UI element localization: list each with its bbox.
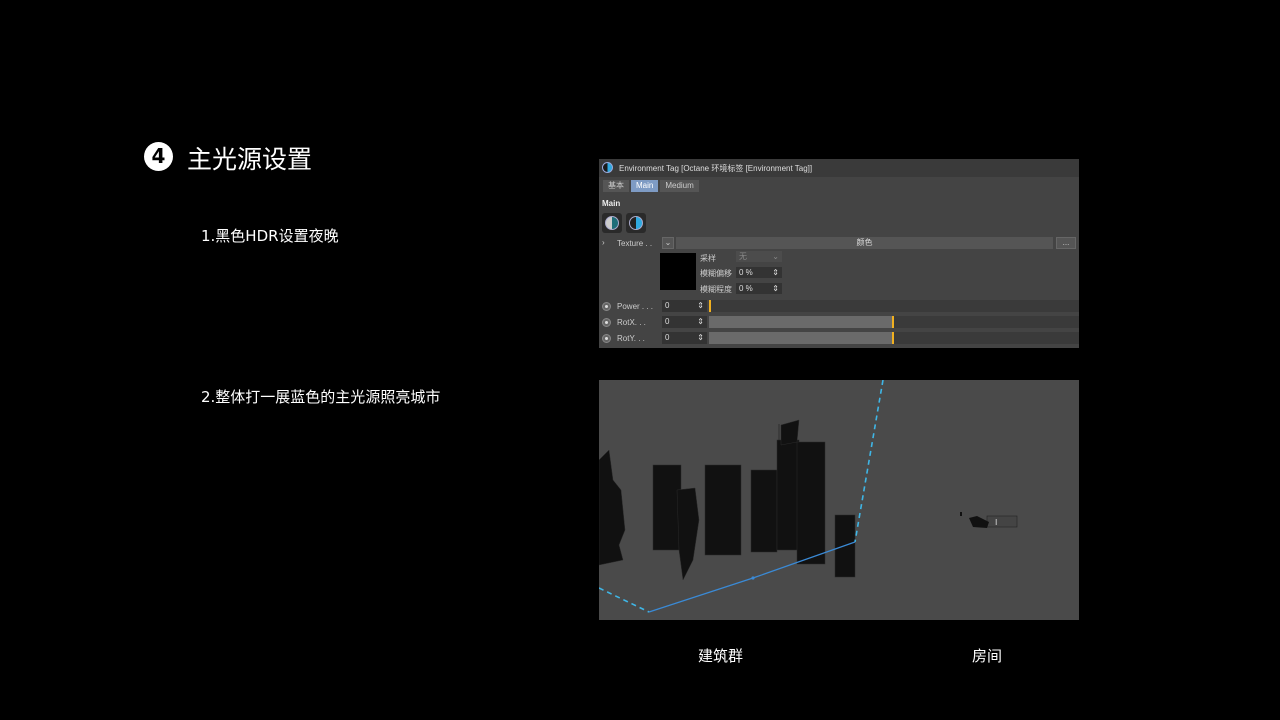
room-object: I — [960, 512, 1018, 528]
stepper-icon[interactable]: ⇕ — [697, 332, 704, 343]
building-tower-2 — [704, 464, 742, 556]
blur-offset-value: 0 % — [739, 268, 753, 277]
light-ray-dashed-left — [599, 587, 650, 613]
light-ray-dashed-right — [854, 380, 884, 543]
blur-offset-field[interactable]: 0 % ⇕ — [736, 267, 782, 278]
panel-tabs: 基本 Main Medium — [603, 180, 701, 192]
blur-amount-label: 模糊程度 — [700, 285, 732, 294]
texture-mode-button-a[interactable] — [602, 213, 622, 233]
building-spire — [780, 419, 800, 446]
environment-tag-panel: Environment Tag [Octane 环境标签 [Environmen… — [599, 159, 1079, 348]
sampling-select[interactable]: 无 ⌄ — [736, 251, 782, 262]
sampling-label: 采样 — [700, 254, 716, 263]
sampling-value: 无 — [739, 252, 747, 261]
tab-basic[interactable]: 基本 — [603, 180, 629, 192]
note-blue-light: 2.整体打一展蓝色的主光源照亮城市 — [201, 388, 441, 406]
rotx-slider-handle[interactable] — [892, 316, 894, 328]
svg-text:I: I — [995, 518, 997, 527]
panel-title-bar: Environment Tag [Octane 环境标签 [Environmen… — [599, 159, 1079, 177]
panel-title: Environment Tag [Octane 环境标签 [Environmen… — [619, 164, 813, 173]
stepper-icon[interactable]: ⇕ — [697, 300, 704, 311]
stepper-icon[interactable]: ⇕ — [772, 267, 779, 278]
rotx-label: RotX. . . — [617, 318, 646, 327]
texture-more-button[interactable]: ... — [1056, 237, 1076, 249]
note-black-hdr: 1.黑色HDR设置夜晚 — [201, 227, 339, 245]
building-tower-5 — [796, 441, 826, 565]
building-left-edge — [599, 449, 626, 566]
roty-slider-fill — [709, 332, 892, 344]
tab-main[interactable]: Main — [631, 180, 659, 192]
power-animate-radio[interactable] — [602, 302, 611, 311]
power-slider-handle[interactable] — [709, 300, 711, 312]
power-label: Power . . . — [617, 302, 654, 311]
building-tower-3 — [750, 469, 778, 553]
texture-type-field[interactable]: 颜色 — [676, 237, 1053, 249]
building-twisted-tower — [676, 487, 700, 581]
roty-value: 0 — [665, 333, 670, 342]
texture-mode-button-b[interactable] — [626, 213, 646, 233]
stepper-icon[interactable]: ⇕ — [772, 283, 779, 294]
expand-chevron-icon[interactable]: › — [602, 238, 605, 247]
chevron-down-icon: ⌄ — [772, 252, 779, 261]
building-tower-1 — [652, 464, 682, 551]
power-field[interactable]: 0 ⇕ — [662, 300, 707, 312]
step-number-badge: 4 — [144, 142, 173, 171]
building-tower-4 — [776, 439, 800, 551]
texture-color-swatch[interactable] — [660, 253, 696, 290]
texture-dropdown-button[interactable]: ⌄ — [662, 237, 674, 249]
blur-amount-value: 0 % — [739, 284, 753, 293]
rotx-animate-radio[interactable] — [602, 318, 611, 327]
roty-slider-handle[interactable] — [892, 332, 894, 344]
power-slider[interactable] — [709, 300, 1079, 312]
stepper-icon[interactable]: ⇕ — [697, 316, 704, 327]
roty-field[interactable]: 0 ⇕ — [662, 332, 707, 344]
roty-label: RotY. . . — [617, 334, 645, 343]
3d-viewport[interactable]: I — [599, 380, 1079, 620]
environment-tag-icon — [602, 162, 613, 173]
half-circle-blue-icon — [629, 216, 643, 230]
caption-room: 房间 — [972, 647, 1003, 665]
viewport-scene: I — [599, 380, 1018, 613]
blur-offset-label: 模糊偏移 — [700, 269, 732, 278]
blur-amount-field[interactable]: 0 % ⇕ — [736, 283, 782, 294]
light-ray-midpoint — [751, 576, 755, 580]
section-heading: Main — [602, 199, 621, 208]
half-circle-icon — [605, 216, 619, 230]
rotx-slider-fill — [709, 316, 892, 328]
power-value: 0 — [665, 301, 670, 310]
tab-medium[interactable]: Medium — [660, 180, 699, 192]
rotx-value: 0 — [665, 317, 670, 326]
roty-slider[interactable] — [709, 332, 1079, 344]
caption-buildings: 建筑群 — [698, 647, 744, 665]
rotx-field[interactable]: 0 ⇕ — [662, 316, 707, 328]
texture-label: Texture . . — [617, 239, 653, 248]
slide-title: 主光源设置 — [187, 145, 313, 174]
roty-animate-radio[interactable] — [602, 334, 611, 343]
rotx-slider[interactable] — [709, 316, 1079, 328]
